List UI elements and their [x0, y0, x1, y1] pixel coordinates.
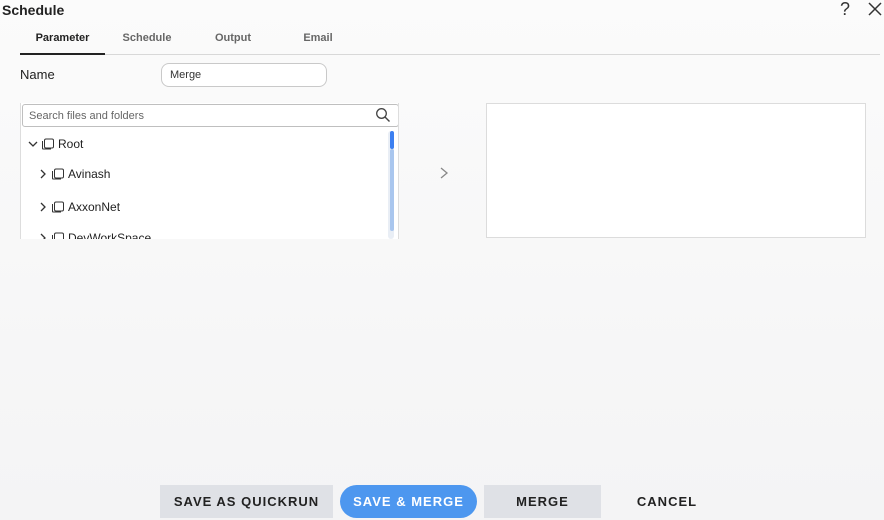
tab-email[interactable]: Email — [290, 28, 346, 55]
tab-parameter[interactable]: Parameter — [20, 28, 105, 55]
dialog-title: Schedule — [2, 2, 65, 18]
chevron-right-icon[interactable] — [37, 168, 49, 180]
tree-node-avinash[interactable]: Avinash — [37, 163, 110, 185]
name-input[interactable] — [161, 63, 327, 87]
folder-icon — [52, 168, 64, 180]
tab-bar: Parameter Schedule Output Email — [20, 28, 880, 55]
tree-node-label: AxxonNet — [68, 200, 121, 214]
name-label: Name — [20, 67, 55, 82]
tree-node-root[interactable]: Root — [27, 133, 83, 155]
tree-node-label: Root — [58, 137, 84, 151]
save-and-merge-button[interactable]: SAVE & MERGE — [340, 485, 477, 518]
move-right-icon[interactable] — [437, 165, 451, 181]
tree-node-devworkspace[interactable]: DevWorkSpace — [37, 227, 151, 239]
merge-button[interactable]: MERGE — [484, 485, 601, 518]
search-icon[interactable] — [375, 107, 391, 123]
save-as-quickrun-button[interactable]: SAVE AS QUICKRUN — [160, 485, 333, 518]
close-icon[interactable] — [866, 0, 884, 18]
chevron-right-icon[interactable] — [37, 232, 49, 239]
file-tree-panel: Root Avinash AxxonNet — [20, 103, 399, 239]
tree-node-axxonnet[interactable]: AxxonNet — [37, 196, 120, 218]
chevron-right-icon[interactable] — [37, 201, 49, 213]
chevron-down-icon[interactable] — [27, 138, 39, 150]
folder-icon — [52, 201, 64, 213]
tab-output[interactable]: Output — [200, 28, 266, 55]
tree-node-label: DevWorkSpace — [68, 231, 152, 239]
tree-scrollbar-thumb-active[interactable] — [390, 131, 394, 149]
schedule-dialog: Schedule ? Parameter Schedule Output Ema… — [0, 0, 884, 520]
tree-scrollbar-thumb[interactable] — [390, 149, 394, 231]
folder-icon — [42, 138, 54, 150]
folder-icon — [52, 232, 64, 239]
cancel-button[interactable]: CANCEL — [612, 485, 722, 518]
help-icon[interactable]: ? — [837, 0, 853, 19]
tree-node-label: Avinash — [68, 167, 111, 181]
tab-schedule[interactable]: Schedule — [112, 28, 182, 55]
selected-items-panel — [486, 103, 866, 238]
search-box — [22, 104, 398, 127]
search-input[interactable] — [29, 107, 369, 125]
